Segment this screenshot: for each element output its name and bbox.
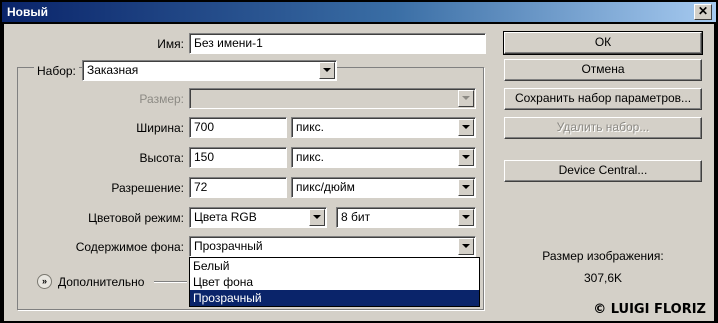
size-select xyxy=(189,88,476,109)
resolution-unit-select[interactable]: пикс/дюйм xyxy=(291,177,476,198)
chevron-down-icon[interactable] xyxy=(309,209,325,226)
background-label: Содержимое фона: xyxy=(75,240,184,254)
dropdown-option[interactable]: Белый xyxy=(190,258,479,274)
delete-preset-button: Удалить набор... xyxy=(504,117,702,139)
ok-button[interactable]: ОК xyxy=(503,31,703,55)
image-size-label: Размер изображения: xyxy=(542,249,664,263)
resolution-input[interactable]: 72 xyxy=(189,177,287,198)
height-unit-select[interactable]: пикс. xyxy=(291,147,476,168)
width-unit-select[interactable]: пикс. xyxy=(291,117,476,138)
color-mode-value: Цвета RGB xyxy=(194,210,257,224)
chevron-down-icon[interactable] xyxy=(458,179,474,196)
image-size-value: 307,6K xyxy=(583,271,623,285)
close-icon[interactable]: ✕ xyxy=(694,4,712,20)
background-dropdown-list[interactable]: Белый Цвет фона Прозрачный xyxy=(189,257,480,307)
resolution-unit-value: пикс/дюйм xyxy=(296,180,355,194)
background-value: Прозрачный xyxy=(194,239,263,253)
preset-value: Заказная xyxy=(87,63,139,77)
background-select[interactable]: Прозрачный xyxy=(189,236,476,257)
chevron-down-icon[interactable] xyxy=(458,238,474,255)
watermark: © LUIGI FLORIZ xyxy=(593,302,706,317)
color-mode-label: Цветовой режим: xyxy=(88,211,184,225)
chevron-down-icon[interactable] xyxy=(458,209,474,226)
dialog-client-area: Имя: Без имени-1 Набор: Заказная Размер:… xyxy=(4,24,714,321)
chevron-down-icon[interactable] xyxy=(458,149,474,166)
chevron-down-icon xyxy=(458,90,474,107)
bit-depth-value: 8 бит xyxy=(341,210,371,224)
title-bar[interactable]: Новый ✕ xyxy=(2,2,716,22)
advanced-separator xyxy=(154,281,187,283)
width-label: Ширина: xyxy=(136,121,184,135)
preset-label: Набор: xyxy=(34,64,79,78)
cancel-button[interactable]: Отмена xyxy=(504,59,702,81)
height-unit-value: пикс. xyxy=(296,150,324,164)
name-label: Имя: xyxy=(157,37,184,51)
chevron-down-icon[interactable] xyxy=(319,62,335,79)
dropdown-option[interactable]: Цвет фона xyxy=(190,274,479,290)
name-input[interactable]: Без имени-1 xyxy=(189,33,486,54)
chevron-down-icon[interactable] xyxy=(458,119,474,136)
size-label: Размер: xyxy=(139,92,184,106)
height-input[interactable]: 150 xyxy=(189,147,287,168)
window-title: Новый xyxy=(7,5,48,19)
expand-icon[interactable]: » xyxy=(37,274,52,289)
bit-depth-select[interactable]: 8 бит xyxy=(336,207,476,228)
new-document-dialog: Новый ✕ Имя: Без имени-1 Набор: Заказная… xyxy=(0,0,718,323)
advanced-label[interactable]: Дополнительно xyxy=(58,275,144,289)
resolution-label: Разрешение: xyxy=(111,181,184,195)
color-mode-select[interactable]: Цвета RGB xyxy=(189,207,327,228)
device-central-button[interactable]: Device Central... xyxy=(504,160,702,182)
width-input[interactable]: 700 xyxy=(189,117,287,138)
width-unit-value: пикс. xyxy=(296,120,324,134)
preset-select[interactable]: Заказная xyxy=(82,60,337,81)
height-label: Высота: xyxy=(139,151,184,165)
dropdown-option-selected[interactable]: Прозрачный xyxy=(190,290,479,306)
save-preset-button[interactable]: Сохранить набор параметров... xyxy=(504,88,702,110)
